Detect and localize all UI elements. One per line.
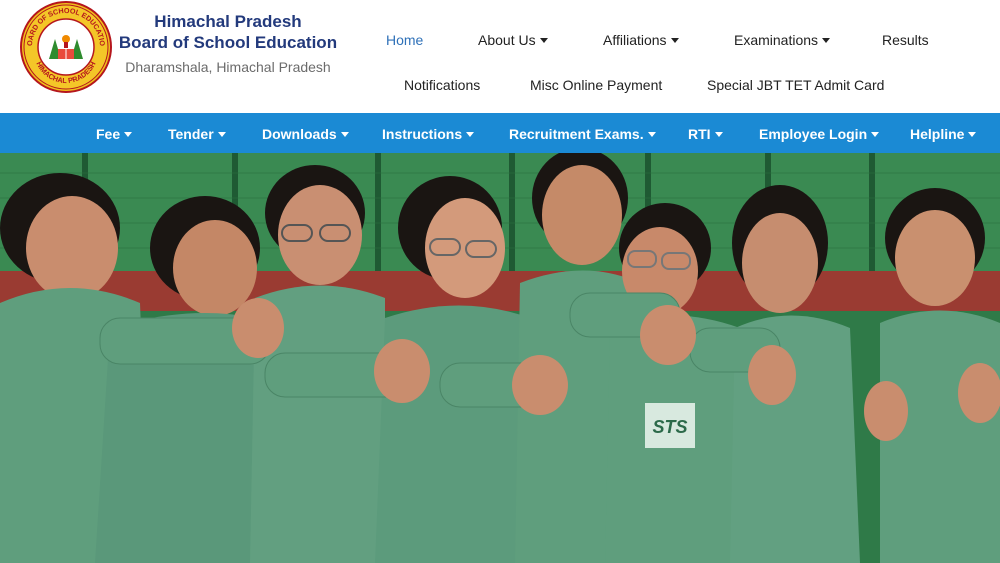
menu-fee[interactable]: Fee [96,113,133,153]
chevron-down-icon [670,37,679,43]
nav-special-jbt-tet-admit-card[interactable]: Special JBT TET Admit Card [707,77,884,93]
menu-helpline-label: Helpline [910,126,965,142]
menu-downloads-label: Downloads [262,126,337,142]
menu-employee-login-label: Employee Login [759,126,868,142]
chevron-down-icon [539,37,548,43]
menu-fee-label: Fee [96,126,121,142]
menu-helpline[interactable]: Helpline [910,113,977,153]
nav-notifications[interactable]: Notifications [404,77,480,93]
brand-block[interactable]: Himachal Pradesh Board of School Educati… [118,12,338,78]
nav-examinations[interactable]: Examinations [734,32,831,48]
hpbose-logo[interactable]: BOARD OF SCHOOL EDUCATION HIMACHAL PRADE… [17,0,112,93]
menu-instructions[interactable]: Instructions [382,113,475,153]
nav-examinations-label: Examinations [734,32,819,48]
site-header: BOARD OF SCHOOL EDUCATION HIMACHAL PRADE… [0,0,1000,113]
nav-about-us-label: About Us [478,32,536,48]
nav-misc-online-payment[interactable]: Misc Online Payment [530,77,662,93]
uniform-badge-text: STS [652,417,687,437]
chevron-down-icon [968,131,977,137]
chevron-down-icon [871,131,880,137]
brand-title-line1: Himachal Pradesh [154,12,302,31]
nav-home[interactable]: Home [386,32,423,48]
hero-banner-image: STS [0,153,1000,563]
menu-tender[interactable]: Tender [168,113,226,153]
nav-affiliations-label: Affiliations [603,32,667,48]
menu-recruitment-exams-label: Recruitment Exams. [509,126,644,142]
chevron-down-icon [340,131,349,137]
menu-downloads[interactable]: Downloads [262,113,349,153]
nav-results[interactable]: Results [882,32,929,48]
main-menu-bar: Fee Tender Downloads Instructions Recrui… [0,113,1000,153]
brand-subtitle: Dharamshala, Himachal Pradesh [125,59,331,75]
chevron-down-icon [217,131,226,137]
menu-tender-label: Tender [168,126,214,142]
menu-instructions-label: Instructions [382,126,463,142]
menu-recruitment-exams[interactable]: Recruitment Exams. [509,113,656,153]
menu-employee-login[interactable]: Employee Login [759,113,880,153]
menu-rti[interactable]: RTI [688,113,723,153]
chevron-down-icon [466,131,475,137]
chevron-down-icon [647,131,656,137]
nav-about-us[interactable]: About Us [478,32,548,48]
chevron-down-icon [714,131,723,137]
brand-title-line2: Board of School Education [118,33,338,52]
nav-affiliations[interactable]: Affiliations [603,32,679,48]
chevron-down-icon [822,37,831,43]
menu-rti-label: RTI [688,126,711,142]
chevron-down-icon [124,131,133,137]
